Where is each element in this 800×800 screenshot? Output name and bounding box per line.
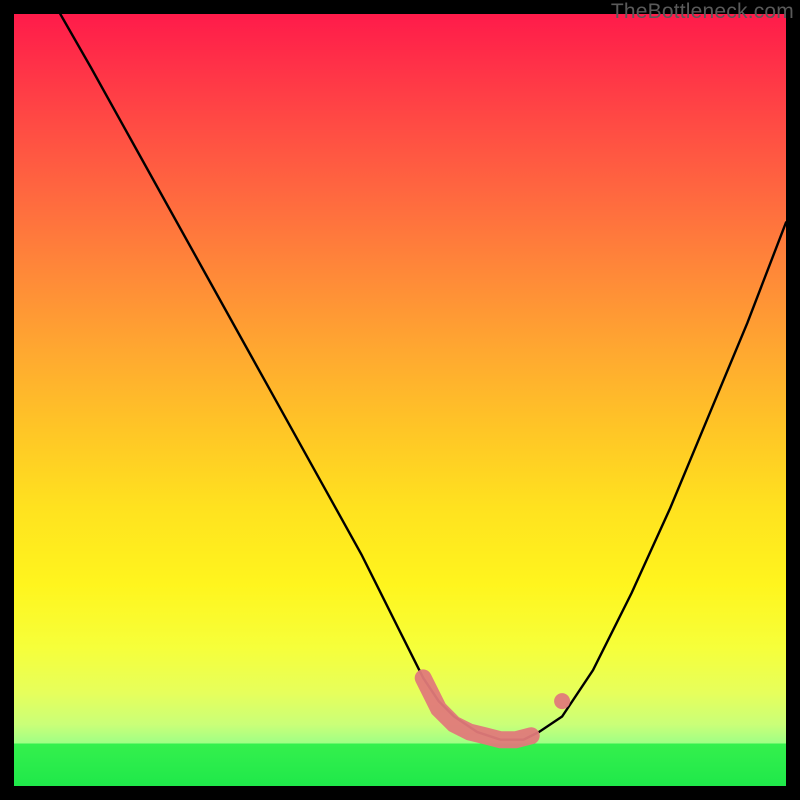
flat-region-marker [423, 678, 531, 740]
plot-area [14, 14, 786, 786]
bottleneck-curve [60, 14, 786, 740]
watermark-text: TheBottleneck.com [611, 0, 794, 24]
flat-region-marker-dot [554, 693, 570, 709]
curve-layer [14, 14, 786, 786]
chart-stage: TheBottleneck.com [0, 0, 800, 800]
